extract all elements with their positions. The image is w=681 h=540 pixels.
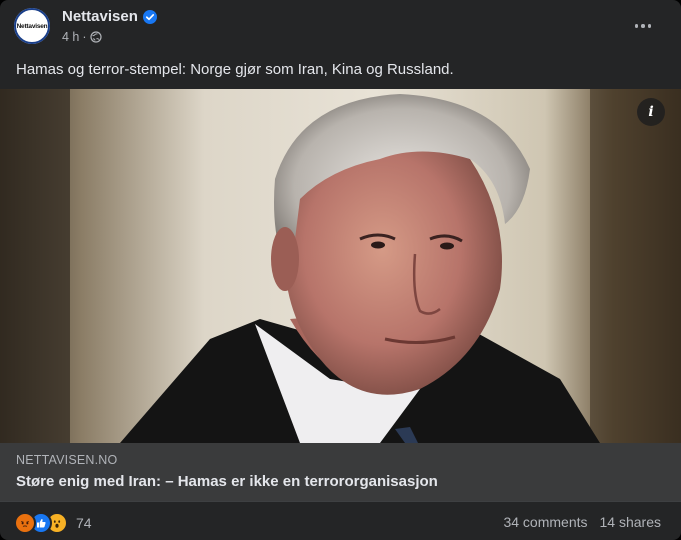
comments-count[interactable]: 34 comments (503, 514, 587, 530)
portrait-photo (0, 89, 681, 443)
post-time[interactable]: 4 h (62, 30, 79, 44)
info-icon: i (648, 104, 654, 120)
more-options-icon (634, 24, 639, 28)
post-card: Nettavisen Nettavisen 4 h · Hamas og ter… (0, 0, 681, 540)
more-options-button[interactable] (625, 12, 661, 40)
page-name: Nettavisen (62, 8, 138, 25)
engagement-bar: 74 34 comments 14 shares (0, 501, 681, 540)
angry-reaction-icon (14, 512, 36, 534)
link-title: Støre enig med Iran: – Hamas er ikke en … (16, 473, 438, 490)
post-meta: 4 h · (62, 30, 102, 44)
info-button[interactable]: i (637, 98, 665, 126)
link-domain: NETTAVISEN.NO (16, 453, 118, 467)
shares-count[interactable]: 14 shares (600, 514, 661, 530)
globe-icon (89, 31, 102, 43)
page-name-link[interactable]: Nettavisen (62, 8, 157, 25)
post-image[interactable] (0, 89, 681, 443)
reaction-count: 74 (76, 515, 92, 531)
avatar-logo-text: Nettavisen (14, 8, 50, 44)
more-options-dot (641, 24, 645, 28)
post-caption: Hamas og terror-stempel: Norge gjør som … (16, 61, 454, 78)
verified-badge-icon (142, 9, 157, 24)
reactions-summary[interactable]: 74 (14, 512, 92, 534)
link-preview[interactable]: NETTAVISEN.NO Støre enig med Iran: – Ham… (0, 443, 681, 501)
meta-separator: · (82, 30, 87, 44)
page-avatar[interactable]: Nettavisen (12, 6, 52, 46)
more-options-dot (647, 24, 652, 28)
engagement-counts: 34 comments 14 shares (503, 514, 661, 530)
post-header: Nettavisen Nettavisen 4 h · (0, 0, 681, 56)
